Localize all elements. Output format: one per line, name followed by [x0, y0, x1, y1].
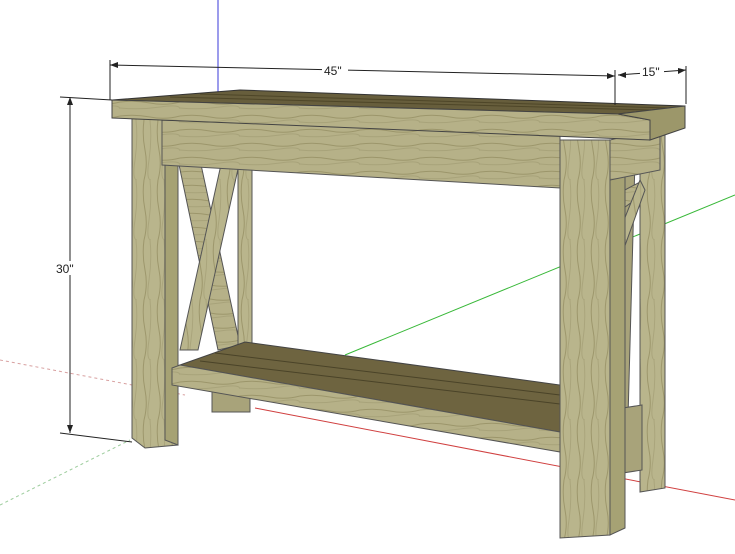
green-axis: [344, 194, 735, 356]
dimension-30: 30": [54, 96, 133, 443]
depth-dimension-label: 15": [642, 65, 660, 79]
dimension-15: 15": [617, 64, 687, 104]
green-axis-dashed: [0, 439, 131, 506]
sketchup-viewport: 45" 15" 30": [0, 0, 735, 539]
width-dimension-label: 45": [324, 64, 342, 78]
height-dimension-label: 30": [56, 262, 74, 276]
front-right-leg: [559, 139, 611, 539]
